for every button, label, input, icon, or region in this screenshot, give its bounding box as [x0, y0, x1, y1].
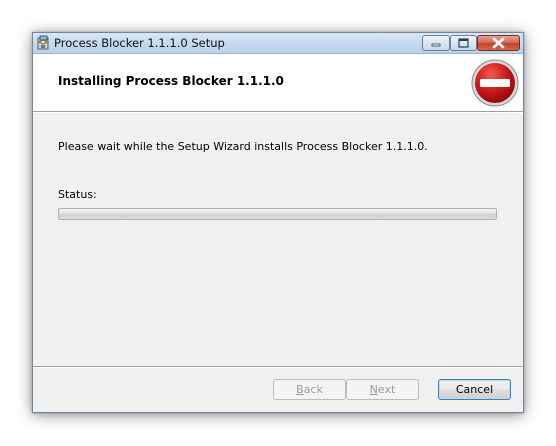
title-bar[interactable]: Process Blocker 1.1.1.0 Setup: [33, 33, 523, 54]
back-button-mnemonic: B: [296, 383, 304, 396]
close-button[interactable]: [477, 35, 520, 51]
next-button-mnemonic: N: [369, 383, 378, 396]
close-icon: [492, 37, 505, 49]
minimize-button[interactable]: [422, 35, 450, 51]
no-entry-icon: [471, 59, 519, 107]
installer-package-icon[interactable]: [36, 35, 51, 51]
maximize-button[interactable]: [450, 35, 477, 51]
page-title: Installing Process Blocker 1.1.1.0: [58, 74, 284, 88]
next-button-label: ext: [377, 383, 396, 396]
progress-message: Please wait while the Setup Wizard insta…: [58, 140, 428, 153]
next-button[interactable]: Next: [346, 379, 419, 400]
progress-bar: [58, 208, 497, 220]
back-button-label: ack: [303, 383, 323, 396]
header-divider: [33, 112, 523, 113]
setup-window: Process Blocker 1.1.1.0 Setup Installing…: [32, 32, 524, 413]
back-button[interactable]: Back: [273, 379, 346, 400]
maximize-icon: [458, 38, 469, 48]
status-label: Status:: [58, 188, 97, 201]
wizard-header: Installing Process Blocker 1.1.1.0: [33, 54, 523, 112]
minimize-icon: [431, 43, 441, 47]
cancel-button-label: Cancel: [455, 383, 494, 396]
footer-divider-highlight: [33, 367, 523, 368]
cancel-button[interactable]: Cancel: [438, 379, 511, 400]
window-title: Process Blocker 1.1.1.0 Setup: [54, 36, 225, 50]
